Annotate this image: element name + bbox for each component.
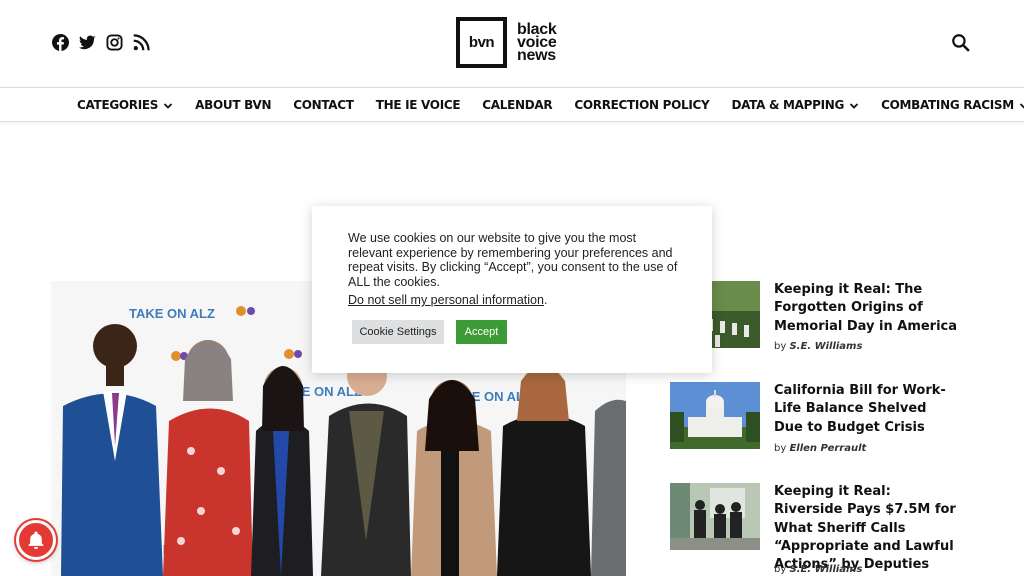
nav-item-label: COMBATING RACISM xyxy=(881,98,1014,112)
nav-menu: CATEGORIES ABOUT BVN CONTACT THE IE VOICE CA… xyxy=(77,88,1024,122)
byline-prefix: by xyxy=(774,341,787,352)
nav-item-label: THE IE VOICE xyxy=(375,98,461,112)
main-navigation: CATEGORIES ABOUT BVN CONTACT THE IE VOICE CA… xyxy=(0,88,1024,122)
search-icon[interactable] xyxy=(951,33,971,53)
deputies-photo xyxy=(670,483,760,550)
nav-item-label: CONTACT xyxy=(293,98,354,112)
site-header: bvn black voice news xyxy=(0,0,1024,88)
chevron-down-icon xyxy=(1019,103,1024,109)
backdrop-logo: TAKE ON ALZ xyxy=(129,306,215,321)
story-thumbnail[interactable] xyxy=(670,382,760,449)
capitol-photo xyxy=(670,382,760,449)
link-period: . xyxy=(543,293,548,307)
nav-item-label: DATA & MAPPING xyxy=(731,98,845,112)
nav-item[interactable]: CONTACT xyxy=(293,98,354,112)
story-byline: by S.E. Williams xyxy=(774,341,862,352)
bell-icon xyxy=(28,531,44,550)
story-title[interactable]: Keeping it Real: The Forgotten Origins o… xyxy=(774,281,959,336)
logo-mark: bvn xyxy=(456,17,507,68)
do-not-sell-link[interactable]: Do not sell my personal information xyxy=(348,293,544,307)
nav-item-label: ABOUT BVN xyxy=(195,98,272,112)
rss-icon[interactable] xyxy=(133,34,150,51)
nav-item[interactable]: COMBATING RACISM xyxy=(881,98,1024,112)
cookie-message: We use cookies on our website to give yo… xyxy=(348,231,678,289)
do-not-sell-row: Do not sell my personal information. xyxy=(348,293,547,307)
cookie-settings-button[interactable]: Cookie Settings xyxy=(352,320,444,344)
story-byline: by Ellen Perrault xyxy=(774,443,866,454)
site-logo[interactable]: bvn black voice news xyxy=(456,17,557,68)
story-thumbnail[interactable] xyxy=(670,483,760,550)
nav-item[interactable]: ABOUT BVN xyxy=(195,98,271,112)
byline-prefix: by xyxy=(774,564,787,575)
chevron-down-icon xyxy=(849,103,859,109)
nav-item[interactable]: CATEGORIES xyxy=(77,98,173,112)
nav-item[interactable]: CORRECTION POLICY xyxy=(574,98,709,112)
nav-item[interactable]: DATA & MAPPING xyxy=(731,98,859,112)
author-link[interactable]: Ellen Perrault xyxy=(789,443,866,454)
story-title[interactable]: California Bill for Work-Life Balance Sh… xyxy=(774,382,959,437)
byline-prefix: by xyxy=(774,443,787,454)
logo-wordmark: black voice news xyxy=(517,22,557,64)
author-link[interactable]: S.E. Williams xyxy=(789,341,862,352)
nav-item-label: CORRECTION POLICY xyxy=(574,98,710,112)
logo-word-news: news xyxy=(517,47,556,64)
instagram-icon[interactable] xyxy=(106,34,123,51)
nav-item[interactable]: THE IE VOICE xyxy=(376,98,461,112)
nav-item-label: CATEGORIES xyxy=(77,98,159,112)
twitter-icon[interactable] xyxy=(79,34,96,51)
facebook-icon[interactable] xyxy=(52,34,69,51)
accept-button[interactable]: Accept xyxy=(456,320,507,344)
nav-item-label: CALENDAR xyxy=(482,98,553,112)
cookie-consent-dialog: We use cookies on our website to give yo… xyxy=(312,206,712,373)
social-links xyxy=(52,34,150,51)
notification-bell[interactable] xyxy=(16,520,56,560)
story-title[interactable]: Keeping it Real: Riverside Pays $7.5M fo… xyxy=(774,483,959,574)
chevron-down-icon xyxy=(164,103,173,109)
nav-item[interactable]: CALENDAR xyxy=(482,98,552,112)
author-link[interactable]: S.E. Williams xyxy=(789,564,862,575)
story-byline: by S.E. Williams xyxy=(774,564,862,575)
